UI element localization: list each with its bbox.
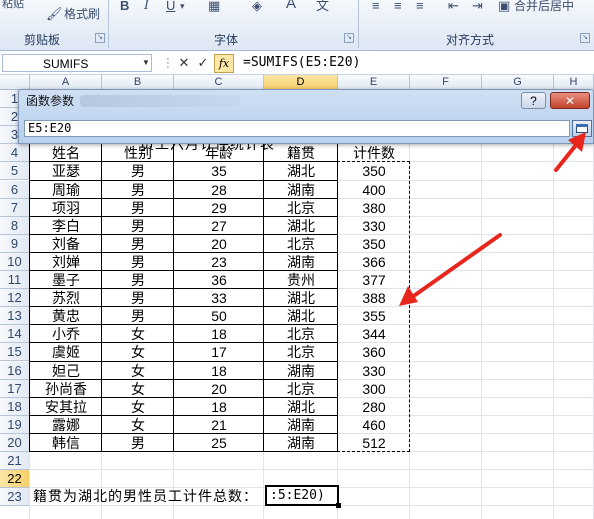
- annotation-layer: [399, 132, 586, 306]
- annotation-arrow-to-selection: [399, 233, 502, 306]
- annotation-arrow-to-expand-button: [554, 132, 586, 172]
